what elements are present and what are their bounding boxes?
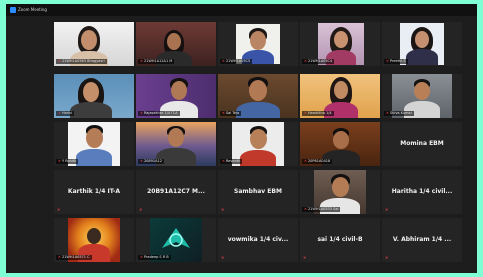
participant-tile-13[interactable]: ✕Revanth [218,122,298,166]
participant-tile-7[interactable]: ✕Rajasekhar 1/4 IT-A [136,74,216,118]
zoom-app-icon [10,7,16,13]
participant-tile-18[interactable]: Sambhav EBM ✕ [218,170,298,214]
participant-name: ✕21WH1A0571 C [56,255,92,260]
window-title: Zoom Meeting [18,7,47,12]
participant-name: ✕Y Rohith [56,159,79,164]
muted-mic-icon: ✕ [386,59,389,63]
muted-mic-icon: ✕ [221,255,225,260]
participant-name-display: Karthik 1/4 IT-A [67,188,121,195]
muted-mic-icon: ✕ [58,111,61,115]
participant-name: ✕21WH1A0533 Sai [302,207,341,212]
participant-name-display: sai 1/4 civil-B [317,236,363,243]
participant-name: ✕Harshitha 1/4 [302,111,334,116]
muted-mic-icon: ✕ [57,207,61,212]
participant-tile-9[interactable]: ✕Harshitha 1/4 [300,74,380,118]
participant-name: ✕Revanth [220,159,243,164]
muted-mic-icon: ✕ [58,255,61,259]
participant-name: ✕Harini [56,111,75,116]
participant-tile-12[interactable]: ✕20891A12 [136,122,216,166]
participant-tile-20[interactable]: Haritha 1/4 civil... ✕ [382,170,462,214]
participant-tile-2[interactable]: ✕21WH1A12A1 M [136,22,216,66]
muted-mic-icon: ✕ [222,59,225,63]
muted-mic-icon: ✕ [304,207,307,211]
participant-name-display: vowmika 1/4 civ... [227,236,289,243]
participant-tile-16[interactable]: Karthik 1/4 IT-A ✕ [54,170,134,214]
participant-tile-14[interactable]: ✕20P61A0418 [300,122,380,166]
participant-tile-19[interactable]: ✕21WH1A0533 Sai [300,170,380,214]
participant-name-display: Sambhav EBM [234,188,282,195]
muted-mic-icon: ✕ [221,207,225,212]
muted-mic-icon: ✕ [140,255,143,259]
muted-mic-icon: ✕ [304,59,307,63]
participant-name: ✕20P61A0418 [302,159,333,164]
muted-mic-icon: ✕ [385,255,389,260]
participant-name-display: Momina EBM [400,140,444,147]
participant-name-display: Haritha 1/4 civil... [391,188,453,195]
muted-mic-icon: ✕ [304,159,307,163]
participant-tile-23[interactable]: vowmika 1/4 civ... ✕ [218,218,298,262]
muted-mic-icon: ✕ [222,111,225,115]
participant-name: ✕21WH1A05C5 [220,59,253,64]
participant-name: ✕Shiva Kumar [384,111,415,116]
participant-tile-22[interactable]: ✕Pradeep S R B [136,218,216,262]
muted-mic-icon: ✕ [140,111,143,115]
participant-name: ✕Preethi S [384,59,408,64]
participant-tile-11[interactable]: ✕Y Rohith [54,122,134,166]
participant-name: ✕Sai Teja [220,111,242,116]
participant-tile-6[interactable]: ✕Harini [54,74,134,118]
participant-tile-15[interactable]: Momina EBM [382,122,462,166]
participant-tile-3[interactable]: ✕21WH1A05C5 [218,22,298,66]
muted-mic-icon: ✕ [58,159,61,163]
muted-mic-icon: ✕ [385,207,389,212]
participant-name-display: V. Abhiram 1/4 ... [392,236,452,243]
participant-tile-4[interactable]: ✕21WH1A05C4 [300,22,380,66]
participant-tile-1[interactable]: ✕21WH1A0563 Bhagyasri [54,22,134,66]
participant-name: ✕21WH1A05C4 [302,59,335,64]
participant-tile-5[interactable]: ✕Preethi S [382,22,462,66]
participant-tile-25[interactable]: V. Abhiram 1/4 ... ✕ [382,218,462,262]
title-bar: Zoom Meeting [6,4,477,16]
participant-tile-10[interactable]: ✕Shiva Kumar [382,74,462,118]
participant-name: ✕21WH1A0563 Bhagyasri [56,59,107,64]
participant-name-display: 20B91A12C7 M... [147,188,205,195]
muted-mic-icon: ✕ [58,59,61,63]
participant-tile-8[interactable]: ✕Sai Teja [218,74,298,118]
zoom-meeting-window: Zoom Meeting ✕21WH1A0563 Bhagyasri ✕21WH… [6,4,477,273]
participant-name: ✕Pradeep S R B [138,255,171,260]
muted-mic-icon: ✕ [303,255,307,260]
participant-video [236,24,280,64]
participant-name: ✕20891A12 [138,159,164,164]
muted-mic-icon: ✕ [140,159,143,163]
participant-name: ✕Rajasekhar 1/4 IT-A [138,111,180,116]
muted-mic-icon: ✕ [386,111,389,115]
muted-mic-icon: ✕ [222,159,225,163]
muted-mic-icon: ✕ [304,111,307,115]
participant-tile-24[interactable]: sai 1/4 civil-B ✕ [300,218,380,262]
participant-tile-17[interactable]: 20B91A12C7 M... ✕ [136,170,216,214]
participant-tile-21[interactable]: ✕21WH1A0571 C [54,218,134,262]
muted-mic-icon: ✕ [140,59,143,63]
participant-name: ✕21WH1A12A1 M [138,59,175,64]
muted-mic-icon: ✕ [139,207,143,212]
